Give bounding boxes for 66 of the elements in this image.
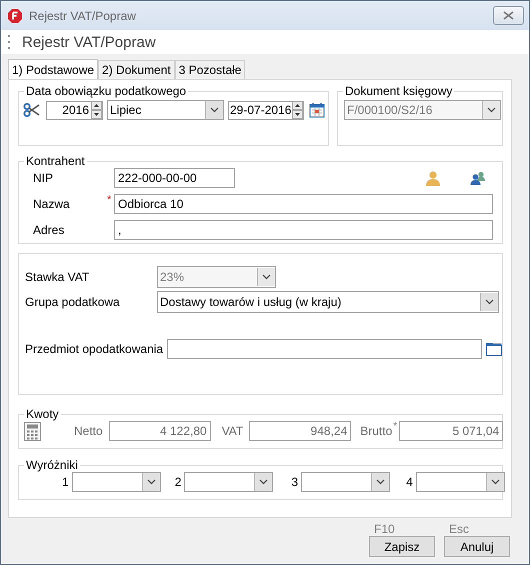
close-button[interactable] [493,6,524,25]
dialog-button[interactable]: Anuluj [444,536,510,557]
text-field[interactable] [167,339,482,359]
chevron-icon [487,107,496,113]
dropdown-button[interactable] [480,293,498,311]
group-label: Data obowiązku podatkowego [25,84,188,98]
chevron-icon [490,479,500,485]
spin-buttons-icon[interactable] [292,101,303,119]
dropdown-button[interactable] [254,473,272,491]
form-title: Rejestr VAT/Popraw [22,34,156,50]
required-mark: * [107,194,112,206]
spin-buttons-icon[interactable] [91,101,102,119]
scissors-icon[interactable] [23,103,40,117]
tab[interactable]: 1) Podstawowe [8,59,98,79]
group-label: Dokument księgowy [344,84,454,98]
field-label: Adres [32,223,66,237]
chevron-icon [485,299,494,305]
shortcut-label: Esc [449,522,470,536]
app-logo-icon [8,8,22,22]
shortcut-label: F10 [374,522,395,536]
window-title: Rejestr VAT/Popraw [29,8,136,22]
text-field[interactable]: , [114,220,493,240]
dropdown-button[interactable] [205,101,223,119]
group-label: Kontrahent [25,154,86,168]
field-label: Netto [74,424,103,438]
field-label: 4 [406,475,413,489]
year-spinner[interactable]: 2016 [46,100,103,120]
dropdown-button[interactable] [371,473,390,491]
chevron-icon [376,479,386,485]
dropdown-button[interactable] [142,473,160,491]
chevron-icon [262,274,271,280]
field-label: Stawka VAT [24,270,90,284]
dropdown-button[interactable] [486,473,504,491]
chevron-icon [210,107,219,113]
calendar-icon[interactable] [309,102,325,118]
required-mark: * [393,421,398,432]
folder-icon[interactable] [486,342,502,356]
text-field[interactable]: Odbiorca 10 [114,194,493,214]
text-field[interactable]: 222-000-00-00 [114,168,235,188]
field-label: VAT [222,424,244,438]
marker-dropdown[interactable] [416,472,505,492]
close-icon [503,11,514,20]
field-label: Brutto [360,424,392,438]
tab[interactable]: 3 Pozostałe [174,60,246,79]
calculator-icon[interactable] [24,422,41,440]
group-label: Kwoty [25,407,60,421]
grip-icon [8,34,11,50]
marker-dropdown[interactable] [184,472,274,492]
field-label: 3 [291,475,298,489]
field-label: Przedmiot opodatkowania [24,342,164,356]
month-dropdown[interactable]: Lipiec [107,100,224,120]
chevron-icon [146,479,156,485]
field-label: 2 [174,475,182,489]
chevron-icon [259,479,268,485]
marker-dropdown[interactable] [301,472,390,492]
field-label: NIP [32,171,54,185]
field-label: Grupa podatkowa [24,295,121,309]
field-label: Nazwa [32,197,71,211]
dialog-button[interactable]: Zapisz [369,536,435,557]
marker-dropdown[interactable] [72,472,161,492]
group-label: Wyróżniki [25,458,79,472]
tab[interactable]: 2) Dokument [98,60,175,79]
people-icon[interactable] [470,171,486,185]
date-spinner[interactable]: 29-07-2016 [228,100,304,120]
field-label: 1 [62,475,69,489]
tax-group-dropdown[interactable]: Dostawy towarów i usług (w kraju) [157,291,499,313]
